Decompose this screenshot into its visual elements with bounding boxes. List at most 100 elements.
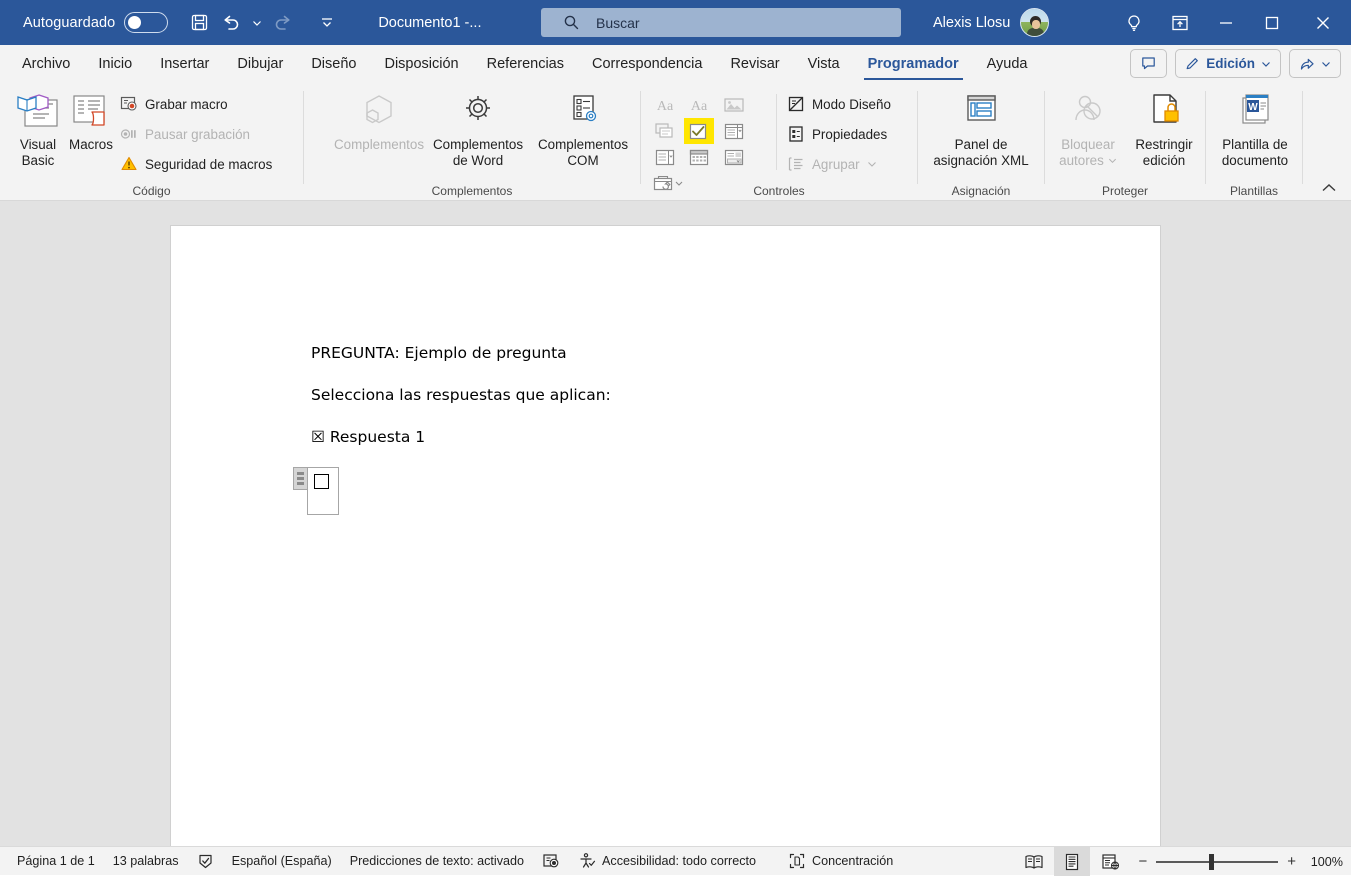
account-area[interactable]: Alexis Llosu bbox=[933, 0, 1050, 45]
focus-mode-button[interactable]: Concentración bbox=[779, 847, 902, 876]
date-picker-content-control-icon[interactable] bbox=[684, 144, 714, 170]
undo-dropdown-icon[interactable] bbox=[248, 8, 266, 38]
search-input[interactable]: Buscar bbox=[596, 15, 640, 31]
search-box[interactable]: Buscar bbox=[541, 8, 901, 37]
picture-content-control-icon[interactable] bbox=[719, 92, 749, 118]
tab-dibujar[interactable]: Dibujar bbox=[223, 45, 297, 82]
word-window: Autoguardado Documento1 -... Buscar Alex… bbox=[0, 0, 1351, 876]
agrupar-button: Agrupar bbox=[787, 155, 877, 173]
macros-button[interactable]: Macros bbox=[55, 92, 127, 154]
content-controls-grid: Aa Aa bbox=[650, 92, 774, 196]
checkbox-content-control-icon[interactable] bbox=[684, 118, 715, 144]
web-layout-view-icon[interactable] bbox=[1092, 847, 1128, 876]
tab-insertar[interactable]: Insertar bbox=[146, 45, 223, 82]
avatar[interactable] bbox=[1020, 8, 1050, 37]
document-template-icon: W bbox=[1242, 94, 1269, 124]
content-control-drag-handle[interactable] bbox=[293, 467, 308, 490]
collapse-ribbon-button[interactable] bbox=[1317, 178, 1341, 198]
undo-icon[interactable] bbox=[216, 8, 246, 38]
restringir-edicion-button[interactable]: Restringir edición bbox=[1125, 92, 1203, 170]
zoom-slider-thumb[interactable] bbox=[1209, 853, 1215, 870]
document-line-1: PREGUNTA: Ejemplo de pregunta bbox=[311, 344, 567, 362]
tab-inicio[interactable]: Inicio bbox=[84, 45, 146, 82]
visual-basic-label-line2: Basic bbox=[21, 153, 55, 168]
zoom-out-button[interactable]: − bbox=[1138, 854, 1147, 869]
document-title[interactable]: Documento1 -... bbox=[378, 15, 481, 31]
dropdown-list-content-control-icon[interactable] bbox=[650, 144, 680, 170]
ribbon-group-label-plantillas: Plantillas bbox=[1229, 184, 1279, 198]
complementos-de-word-button[interactable]: Complementos de Word bbox=[418, 92, 538, 170]
seguridad-de-macros-button[interactable]: Seguridad de macros bbox=[120, 155, 272, 173]
addins-icon bbox=[366, 95, 392, 124]
tab-archivo[interactable]: Archivo bbox=[8, 45, 84, 82]
share-button[interactable] bbox=[1289, 49, 1341, 78]
zoom-in-button[interactable]: + bbox=[1287, 854, 1296, 869]
repeating-section-content-control-icon[interactable] bbox=[719, 144, 749, 170]
grabar-macro-label: Grabar macro bbox=[145, 96, 228, 112]
comment-icon bbox=[1142, 57, 1156, 70]
tab-correspondencia[interactable]: Correspondencia bbox=[578, 45, 716, 82]
ribbon-group-controles: Aa Aa Modo Diseño Propiedades Agrupar Co… bbox=[641, 82, 917, 201]
agrupar-label: Agrupar bbox=[812, 156, 860, 172]
checkbox-glyph[interactable] bbox=[314, 474, 329, 489]
restringir-edicion-label-line2: edición bbox=[1142, 153, 1186, 168]
tab-label: Archivo bbox=[22, 55, 71, 72]
proofing-status-button[interactable] bbox=[188, 847, 223, 876]
language-indicator[interactable]: Español (España) bbox=[223, 847, 341, 876]
zoom-slider[interactable] bbox=[1156, 853, 1279, 870]
grabar-macro-button[interactable]: Grabar macro bbox=[120, 95, 228, 113]
minimize-button[interactable] bbox=[1203, 0, 1249, 45]
tab-diseno[interactable]: Diseño bbox=[297, 45, 370, 82]
autosave-switch[interactable] bbox=[124, 12, 169, 33]
svg-text:Aa: Aa bbox=[691, 99, 708, 114]
complementos-com-button[interactable]: Complementos COM bbox=[526, 92, 640, 170]
checkbox-content-control[interactable] bbox=[293, 467, 339, 515]
window-controls bbox=[1111, 0, 1351, 45]
tab-ayuda[interactable]: Ayuda bbox=[973, 45, 1042, 82]
lightbulb-icon[interactable] bbox=[1111, 0, 1157, 45]
accessibility-status-label: Accesibilidad: todo correcto bbox=[602, 854, 757, 868]
handle-dot bbox=[297, 472, 304, 475]
macros-label: Macros bbox=[69, 137, 113, 152]
text-predictions-indicator[interactable]: Predicciones de texto: activado bbox=[341, 847, 533, 876]
ribbon-display-options-icon[interactable] bbox=[1157, 0, 1203, 45]
plantilla-de-documento-button[interactable]: W Plantilla de documento bbox=[1214, 92, 1296, 170]
complementos-button: Complementos bbox=[326, 92, 432, 154]
tab-programador[interactable]: Programador bbox=[854, 45, 973, 82]
tab-vista[interactable]: Vista bbox=[794, 45, 854, 82]
tab-label: Diseño bbox=[311, 55, 357, 72]
ribbon-right-controls: Edición bbox=[1130, 49, 1341, 78]
panel-asignacion-xml-button[interactable]: Panel de asignación XML bbox=[926, 92, 1036, 170]
document-page[interactable]: PREGUNTA: Ejemplo de pregunta Selecciona… bbox=[170, 225, 1161, 846]
read-mode-view-icon[interactable] bbox=[1016, 847, 1052, 876]
macro-record-button[interactable] bbox=[533, 847, 569, 876]
restrict-editing-lock-icon bbox=[1153, 94, 1179, 123]
editing-mode-button[interactable]: Edición bbox=[1175, 49, 1281, 78]
propiedades-button[interactable]: Propiedades bbox=[787, 125, 887, 143]
close-button[interactable] bbox=[1295, 0, 1351, 45]
accessibility-icon bbox=[580, 853, 596, 868]
combo-box-content-control-icon[interactable] bbox=[719, 118, 749, 144]
zoom-level-label[interactable]: 100% bbox=[1309, 855, 1343, 869]
tab-referencias[interactable]: Referencias bbox=[473, 45, 578, 82]
tab-disposicion[interactable]: Disposición bbox=[370, 45, 472, 82]
autosave-toggle[interactable]: Autoguardado bbox=[23, 12, 169, 33]
page-indicator[interactable]: Página 1 de 1 bbox=[8, 847, 104, 876]
tab-label: Dibujar bbox=[237, 55, 284, 72]
zoom-control: − + 100% bbox=[1138, 853, 1343, 870]
print-layout-view-icon[interactable] bbox=[1054, 847, 1091, 876]
tab-revisar[interactable]: Revisar bbox=[716, 45, 793, 82]
maximize-button[interactable] bbox=[1249, 0, 1295, 45]
save-icon[interactable] bbox=[184, 8, 214, 38]
word-count[interactable]: 13 palabras bbox=[104, 847, 188, 876]
comments-button[interactable] bbox=[1130, 49, 1168, 78]
rich-text-content-control-icon[interactable]: Aa bbox=[650, 92, 680, 118]
quick-access-toolbar bbox=[184, 8, 342, 38]
document-canvas[interactable]: PREGUNTA: Ejemplo de pregunta Selecciona… bbox=[0, 201, 1351, 846]
plain-text-content-control-icon[interactable]: Aa bbox=[684, 92, 714, 118]
pencil-icon bbox=[1186, 58, 1199, 70]
modo-diseno-button[interactable]: Modo Diseño bbox=[787, 95, 891, 113]
customize-quick-access-icon[interactable] bbox=[312, 8, 342, 38]
accessibility-status-button[interactable]: Accesibilidad: todo correcto bbox=[569, 847, 765, 876]
building-block-gallery-icon[interactable] bbox=[650, 118, 680, 144]
